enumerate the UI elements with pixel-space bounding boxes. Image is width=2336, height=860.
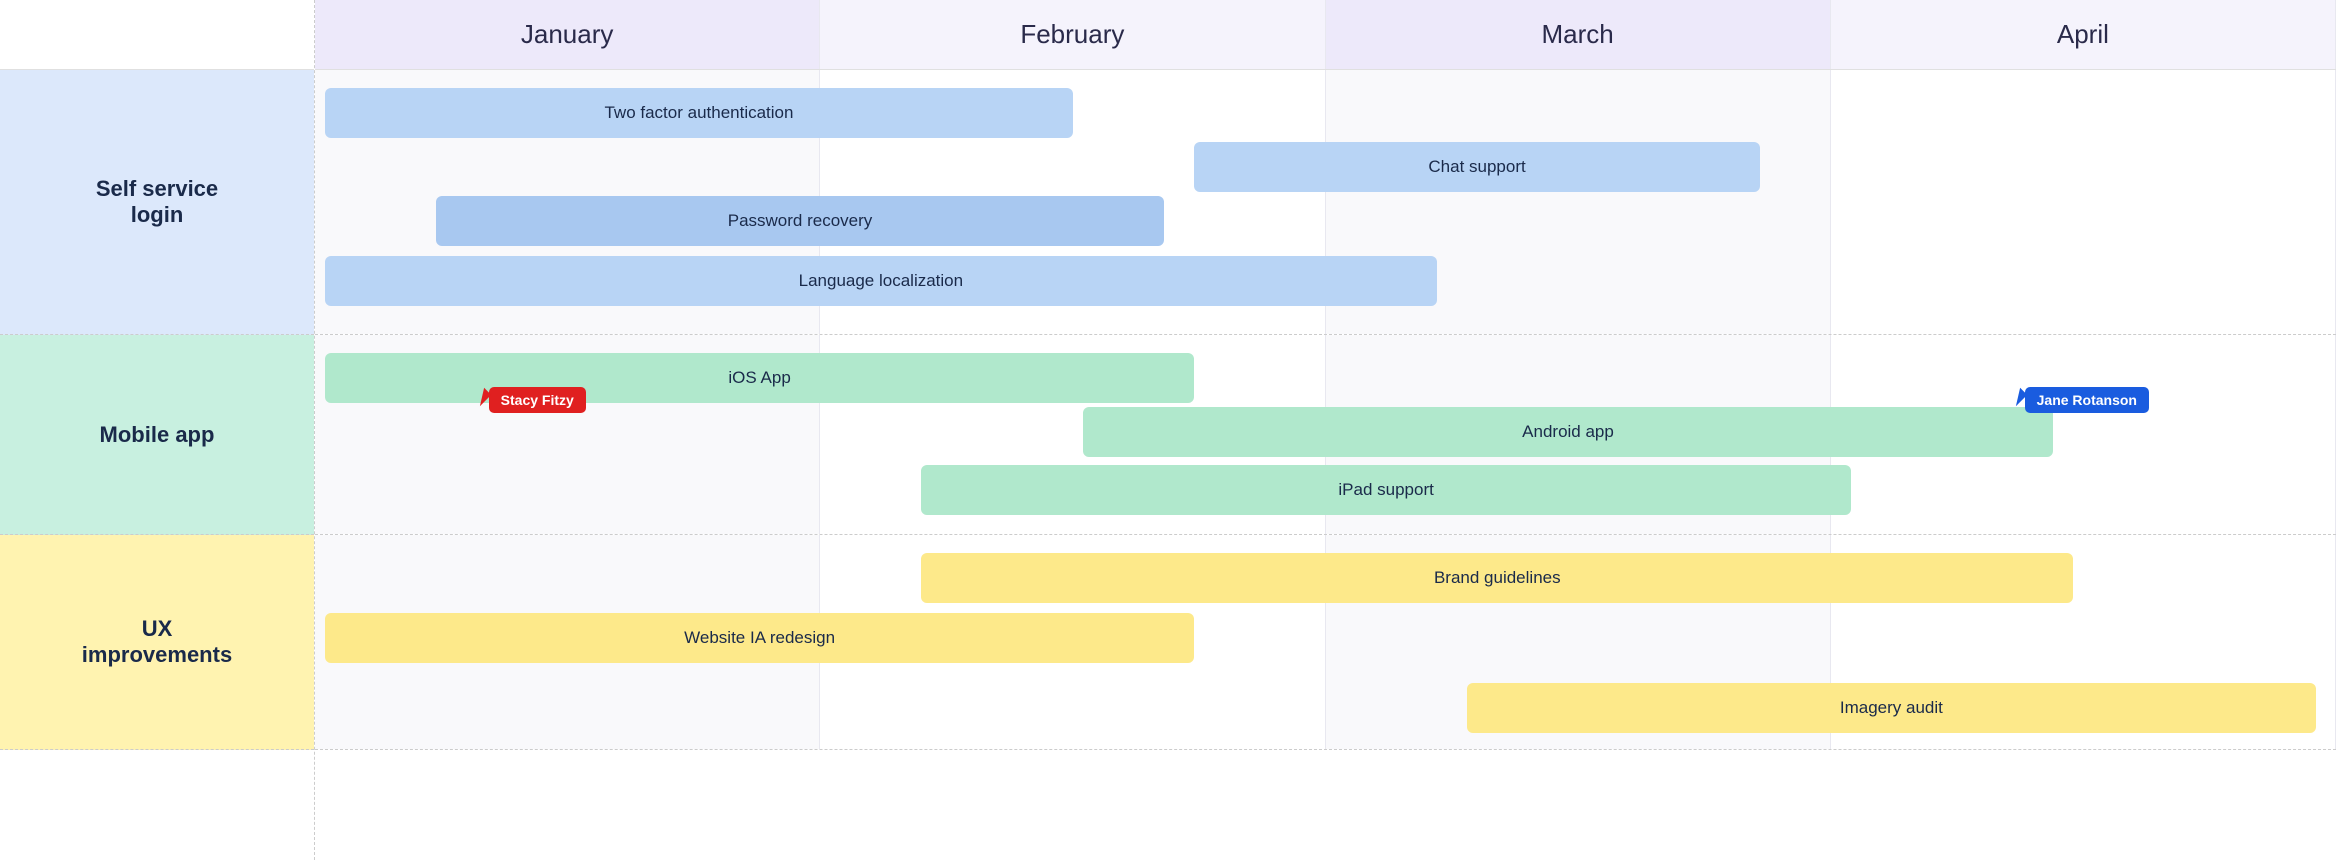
row-self-service: Two factor authentication Chat support P… <box>315 70 2336 335</box>
bar-android-app-label: Android app <box>1522 422 1614 442</box>
cursor-jane-rotanson: Jane Rotanson <box>2013 387 2149 413</box>
row-ux-improvements: Brand guidelines Website IA redesign Ima… <box>315 535 2336 750</box>
month-march: March <box>1326 0 1831 69</box>
bar-brand-guidelines[interactable]: Brand guidelines <box>921 553 2073 603</box>
bar-ipad-support-label: iPad support <box>1338 480 1433 500</box>
bar-website-ia[interactable]: Website IA redesign <box>325 613 1194 663</box>
bar-website-ia-label: Website IA redesign <box>684 628 835 648</box>
bar-language-localization[interactable]: Language localization <box>325 256 1437 306</box>
bar-ios-app[interactable]: iOS App <box>325 353 1194 403</box>
bar-ipad-support[interactable]: iPad support <box>921 465 1851 515</box>
gantt-chart: January February March April Two factor … <box>315 0 2336 860</box>
bar-password-recovery[interactable]: Password recovery <box>436 196 1164 246</box>
bar-password-recovery-label: Password recovery <box>728 211 873 231</box>
gantt-container: Self servicelogin Mobile app UXimproveme… <box>0 0 2336 860</box>
bar-ios-app-label: iOS App <box>728 368 790 388</box>
label-header <box>0 0 314 70</box>
group-label-mobile-app: Mobile app <box>0 335 314 535</box>
month-january: January <box>315 0 820 69</box>
bar-chat-support[interactable]: Chat support <box>1194 142 1760 192</box>
bar-brand-guidelines-label: Brand guidelines <box>1434 568 1561 588</box>
group-label-self-service: Self servicelogin <box>0 70 314 335</box>
bar-two-factor[interactable]: Two factor authentication <box>325 88 1073 138</box>
bar-language-localization-label: Language localization <box>799 271 963 291</box>
bar-android-app[interactable]: Android app <box>1083 407 2053 457</box>
row-mobile-app: iOS App Stacy Fitzy Android app iPad sup… <box>315 335 2336 535</box>
month-april: April <box>1831 0 2336 69</box>
gantt-labels: Self servicelogin Mobile app UXimproveme… <box>0 0 315 860</box>
month-february: February <box>820 0 1325 69</box>
stacy-cursor-label: Stacy Fitzy <box>489 387 586 413</box>
jane-cursor-label: Jane Rotanson <box>2025 387 2149 413</box>
bar-chat-support-label: Chat support <box>1428 157 1525 177</box>
month-headers: January February March April <box>315 0 2336 70</box>
bar-imagery-audit[interactable]: Imagery audit <box>1467 683 2316 733</box>
bar-imagery-audit-label: Imagery audit <box>1840 698 1943 718</box>
group-label-ux: UXimprovements <box>0 535 314 750</box>
cursor-stacy-fitzy: Stacy Fitzy <box>477 387 586 413</box>
bar-two-factor-label: Two factor authentication <box>604 103 793 123</box>
